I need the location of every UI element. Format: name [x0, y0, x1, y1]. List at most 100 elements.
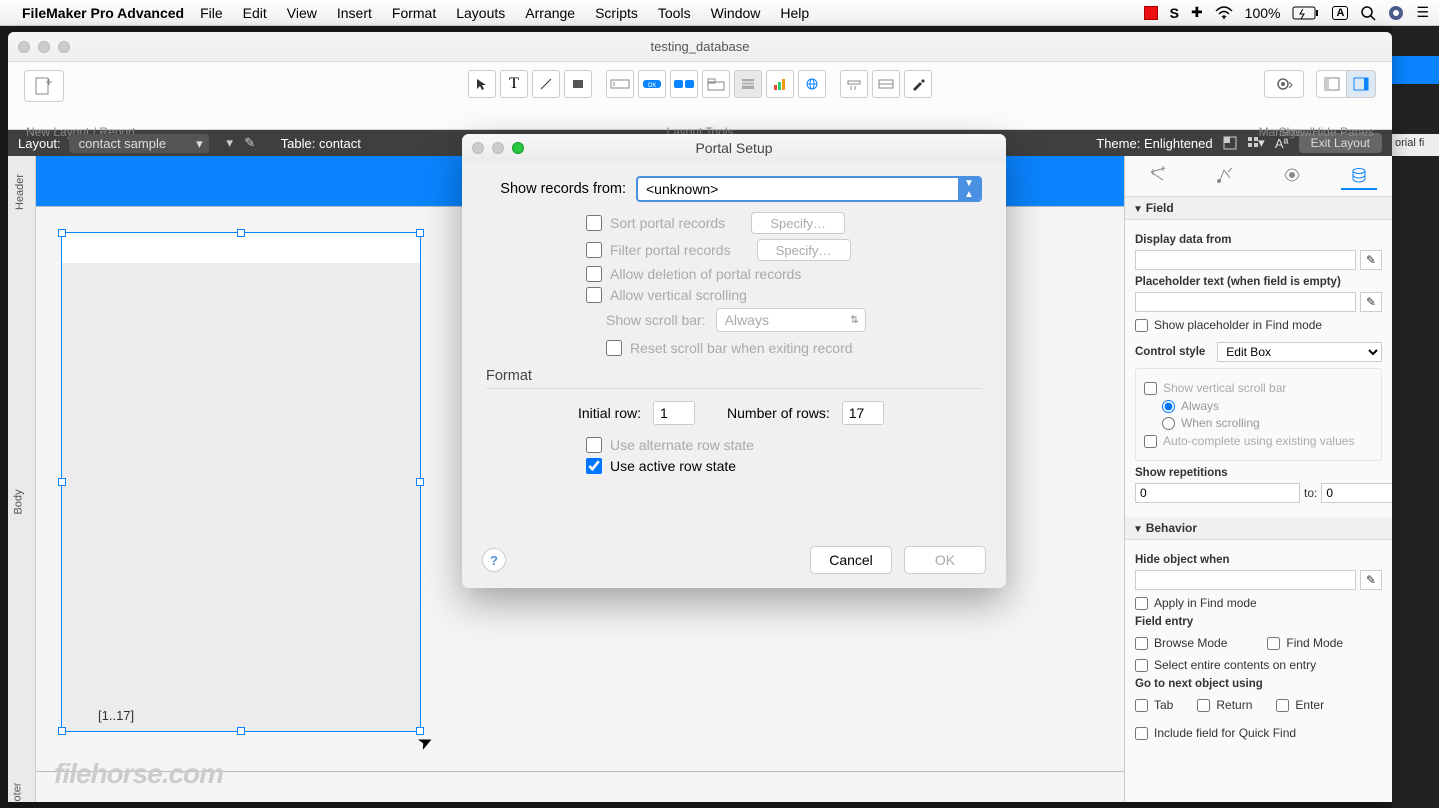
allow-scroll-checkbox[interactable]	[586, 287, 602, 303]
initial-row-input[interactable]	[653, 401, 695, 425]
vscroll-checkbox[interactable]	[1144, 382, 1157, 395]
close-icon[interactable]	[18, 41, 30, 53]
placeholder-edit-icon[interactable]: ✎	[1360, 292, 1382, 312]
display-data-input[interactable]	[1135, 250, 1356, 270]
menu-help[interactable]: Help	[780, 5, 809, 21]
part-tool-icon[interactable]	[872, 70, 900, 98]
header-part-label[interactable]: Header	[14, 174, 26, 210]
minimize-icon[interactable]	[38, 41, 50, 53]
menu-file[interactable]: File	[200, 5, 223, 21]
menu-view[interactable]: View	[287, 5, 317, 21]
hide-input[interactable]	[1135, 570, 1356, 590]
apply-find-checkbox[interactable]	[1135, 597, 1148, 610]
manage-button[interactable]	[1264, 70, 1304, 98]
button-tool-icon[interactable]: OK	[638, 70, 666, 98]
menu-format[interactable]: Format	[392, 5, 436, 21]
whenscroll-radio[interactable]	[1162, 417, 1175, 430]
left-pane-button[interactable]	[1316, 70, 1346, 98]
help-button[interactable]: ?	[482, 548, 506, 572]
menu-insert[interactable]: Insert	[337, 5, 372, 21]
reset-scroll-checkbox[interactable]	[606, 340, 622, 356]
field-section-header[interactable]: Field	[1125, 197, 1392, 220]
rect-tool-icon[interactable]	[564, 70, 592, 98]
sort-checkbox[interactable]	[586, 215, 602, 231]
always-radio[interactable]	[1162, 400, 1175, 413]
autocomplete-checkbox[interactable]	[1144, 435, 1157, 448]
sort-specify-button[interactable]: Specify…	[751, 212, 845, 234]
behavior-section-header[interactable]: Behavior	[1125, 517, 1392, 540]
tab-tool-icon[interactable]	[702, 70, 730, 98]
dlg-zoom-icon[interactable]	[512, 142, 524, 154]
rep-from-input[interactable]	[1135, 483, 1300, 503]
placeholder-input[interactable]	[1135, 292, 1356, 312]
dlg-min-icon[interactable]	[492, 142, 504, 154]
format-painter-icon[interactable]	[904, 70, 932, 98]
num-rows-label: Number of rows:	[727, 405, 830, 421]
select-contents-checkbox[interactable]	[1135, 659, 1148, 672]
a-icon[interactable]: A	[1332, 6, 1348, 20]
show-records-select[interactable]: <unknown> ▼▲	[636, 176, 982, 202]
battery-icon[interactable]	[1292, 6, 1320, 20]
spotlight-icon[interactable]	[1360, 5, 1376, 21]
field-picker-icon[interactable]	[840, 70, 868, 98]
portal-object[interactable]: [1..17]	[61, 232, 421, 732]
filter-specify-button[interactable]: Specify…	[757, 239, 851, 261]
alt-row-checkbox[interactable]	[586, 437, 602, 453]
dialog-title: Portal Setup	[695, 140, 772, 156]
menu-scripts[interactable]: Scripts	[595, 5, 638, 21]
active-row-checkbox[interactable]	[586, 458, 602, 474]
control-style-select[interactable]: Edit Box	[1217, 342, 1382, 362]
wifi-icon[interactable]	[1215, 6, 1233, 20]
show-placeholder-checkbox[interactable]	[1135, 319, 1148, 332]
hide-edit-icon[interactable]: ✎	[1360, 570, 1382, 590]
num-rows-input[interactable]	[842, 401, 884, 425]
menu-tools[interactable]: Tools	[658, 5, 691, 21]
siri-icon[interactable]	[1388, 5, 1404, 21]
data-tab-icon[interactable]	[1341, 162, 1377, 190]
footer-part-label[interactable]: oter	[11, 783, 23, 802]
layout-selector[interactable]: contact sample	[69, 134, 209, 153]
menu-layouts[interactable]: Layouts	[456, 5, 505, 21]
app-name[interactable]: FileMaker Pro Advanced	[22, 5, 184, 21]
display-data-edit-icon[interactable]: ✎	[1360, 250, 1382, 270]
return-checkbox[interactable]	[1197, 699, 1210, 712]
enter-checkbox[interactable]	[1276, 699, 1289, 712]
layout-folder-icon[interactable]: ▾	[221, 134, 239, 152]
styles-tab-icon[interactable]	[1207, 162, 1243, 190]
theme-icon[interactable]	[1221, 134, 1239, 152]
quickfind-checkbox[interactable]	[1135, 727, 1148, 740]
new-layout-button[interactable]	[24, 70, 64, 102]
ok-button[interactable]: OK	[904, 546, 986, 574]
plus-icon[interactable]: ✚	[1191, 4, 1203, 21]
portal-tool-icon[interactable]	[734, 70, 762, 98]
buttonbar-tool-icon[interactable]	[670, 70, 698, 98]
scrollbar-select[interactable]: Always	[716, 308, 866, 332]
position-tab-icon[interactable]	[1140, 162, 1176, 190]
cancel-button[interactable]: Cancel	[810, 546, 892, 574]
menu-window[interactable]: Window	[711, 5, 761, 21]
field-tool-icon[interactable]	[606, 70, 634, 98]
menu-arrange[interactable]: Arrange	[525, 5, 575, 21]
pointer-tool-icon[interactable]	[468, 70, 496, 98]
menu-icon[interactable]: ☰	[1416, 4, 1429, 21]
find-mode-checkbox[interactable]	[1267, 637, 1280, 650]
s-icon[interactable]: S	[1170, 5, 1179, 21]
dlg-close-icon[interactable]	[472, 142, 484, 154]
browse-mode-checkbox[interactable]	[1135, 637, 1148, 650]
layout-edit-icon[interactable]: ✎	[241, 134, 259, 152]
text-tool-icon[interactable]: T	[500, 70, 528, 98]
line-tool-icon[interactable]	[532, 70, 560, 98]
webviewer-tool-icon[interactable]	[798, 70, 826, 98]
chart-tool-icon[interactable]	[766, 70, 794, 98]
filter-checkbox[interactable]	[586, 242, 602, 258]
allow-delete-checkbox[interactable]	[586, 266, 602, 282]
record-icon[interactable]	[1144, 6, 1158, 20]
tab-checkbox[interactable]	[1135, 699, 1148, 712]
rep-to-input[interactable]	[1321, 483, 1392, 503]
appearance-tab-icon[interactable]	[1274, 162, 1310, 190]
body-part-label[interactable]: Body	[13, 489, 25, 514]
right-pane-button[interactable]	[1346, 70, 1376, 98]
pane-toggle	[1316, 70, 1376, 98]
menu-edit[interactable]: Edit	[243, 5, 267, 21]
zoom-icon[interactable]	[58, 41, 70, 53]
